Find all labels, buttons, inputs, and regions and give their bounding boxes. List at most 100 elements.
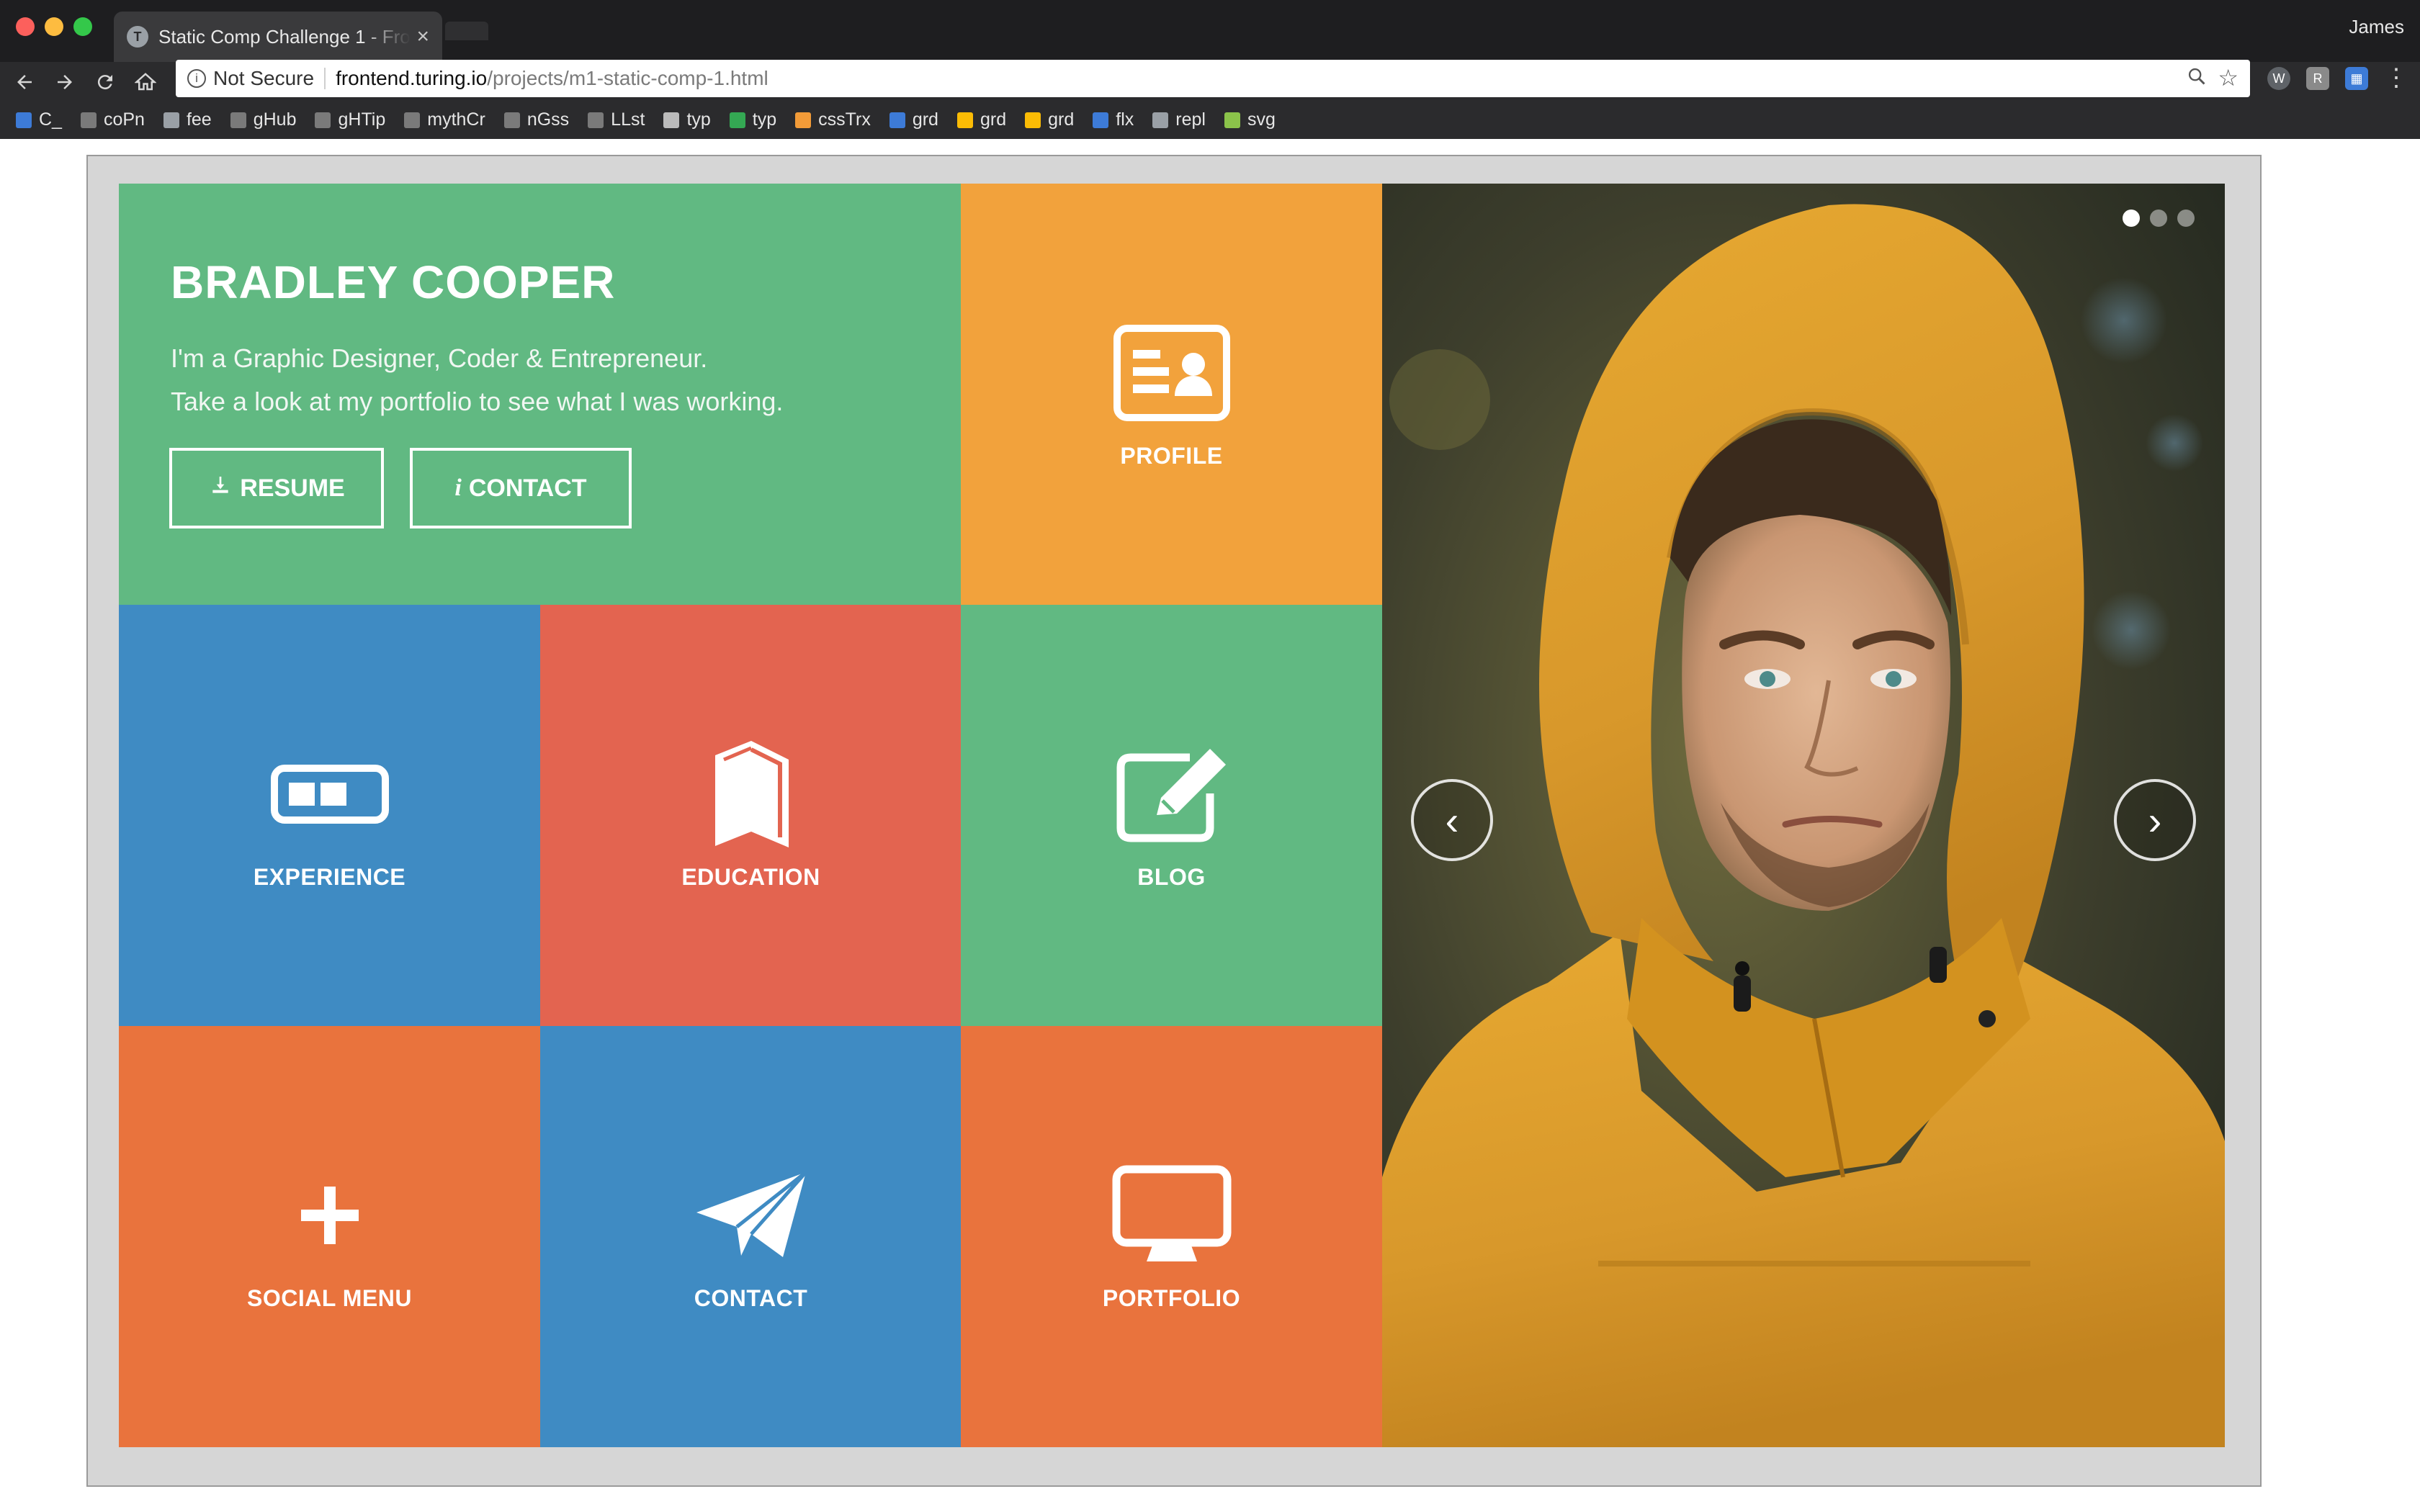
blog-tile[interactable]: BLOG (961, 605, 1382, 1026)
bookmark-label: grd (980, 109, 1007, 130)
bookmark-label: coPn (103, 109, 145, 130)
experience-tile[interactable]: EXPERIENCE (119, 605, 540, 1026)
bookmark-item[interactable]: C_ (16, 109, 62, 130)
carousel-dot-2[interactable] (2150, 210, 2167, 227)
monitor-icon (1107, 1161, 1237, 1269)
resume-button[interactable]: RESUME (169, 448, 384, 528)
carousel-dot-3[interactable] (2177, 210, 2195, 227)
bookmark-item[interactable]: grd (956, 109, 1007, 130)
bookmark-item[interactable]: typ (729, 109, 777, 130)
contact-button[interactable]: i CONTACT (410, 448, 632, 528)
bookmark-item[interactable]: gHTip (315, 109, 385, 130)
experience-label: EXPERIENCE (253, 864, 406, 890)
portfolio-label: PORTFOLIO (1102, 1285, 1241, 1311)
extension-w-icon[interactable]: W (2267, 67, 2290, 90)
bookmarks-bar: C_ coPn fee gHub gHTip mythCr nGss LLst typ typ cs… (0, 101, 2420, 139)
info-icon[interactable]: i (187, 69, 206, 88)
arrow-left-icon (17, 75, 32, 89)
edit-icon (1107, 740, 1237, 848)
zoom-icon[interactable] (2187, 66, 2207, 92)
bookmark-star-icon[interactable]: ☆ (2218, 64, 2238, 91)
education-tile[interactable]: EDUCATION (540, 605, 962, 1026)
bookmark-label: gHTip (338, 109, 386, 130)
carousel-next-button[interactable]: › (2114, 779, 2196, 861)
info-i-icon: i (454, 474, 462, 501)
contact-tile-label: CONTACT (694, 1285, 808, 1311)
address-separator (324, 68, 326, 89)
bookmark-item[interactable]: cssTrx (795, 109, 871, 130)
home-icon (135, 73, 156, 91)
extension-grid-icon[interactable]: ▦ (2345, 67, 2368, 90)
bookmark-label: C_ (39, 109, 62, 130)
bookmark-favicon-icon (956, 112, 973, 128)
contact-tile[interactable]: CONTACT (540, 1026, 962, 1447)
bookmark-item[interactable]: grd (889, 109, 938, 130)
browser-menu-icon[interactable]: ⋮ (2384, 63, 2408, 92)
window-minimize-button[interactable] (45, 17, 63, 36)
bookmark-favicon-icon (1025, 112, 1041, 128)
profile-tile[interactable]: PROFILE (961, 184, 1382, 605)
bookmark-label: svg (1247, 109, 1276, 130)
bookmark-item[interactable]: repl (1152, 109, 1206, 130)
carousel-prev-button[interactable]: ‹ (1411, 779, 1493, 861)
bookmark-favicon-icon (795, 112, 812, 128)
forward-button[interactable] (49, 66, 81, 98)
bookmark-item[interactable]: typ (663, 109, 711, 130)
bookmark-item[interactable]: grd (1025, 109, 1074, 130)
bookmark-item[interactable]: nGss (503, 109, 569, 130)
bookmark-favicon-icon (1093, 112, 1109, 128)
url-host: frontend.turing.io (336, 67, 488, 89)
intro-tile: BRADLEY COOPER I'm a Graphic Designer, C… (119, 184, 961, 605)
bookmark-item[interactable]: gHub (230, 109, 297, 130)
bookmark-label: LLst (611, 109, 645, 130)
bookmark-label: typ (686, 109, 711, 130)
bookmark-label: typ (752, 109, 777, 130)
bookmark-favicon-icon (404, 112, 421, 128)
bookmark-item[interactable]: svg (1224, 109, 1276, 130)
bookmark-item[interactable]: fee (163, 109, 212, 130)
bookmark-favicon-icon (1224, 112, 1240, 128)
bookmark-label: grd (912, 109, 938, 130)
bookmark-item[interactable]: LLst (588, 109, 645, 130)
window-maximize-button[interactable] (73, 17, 92, 36)
social-menu-label: SOCIAL MENU (247, 1285, 412, 1311)
tab-close-icon[interactable]: × (416, 24, 429, 49)
paper-plane-icon (686, 1161, 816, 1269)
portfolio-tile[interactable]: PORTFOLIO (961, 1026, 1382, 1447)
resume-label: RESUME (240, 474, 345, 502)
id-card-icon (1107, 319, 1237, 427)
bookmark-favicon-icon (230, 112, 246, 128)
chevron-right-icon: › (2148, 797, 2162, 843)
profile-name[interactable]: James (2349, 16, 2404, 38)
bookmark-item[interactable]: coPn (80, 109, 145, 130)
security-label[interactable]: Not Secure (213, 67, 314, 90)
bookmark-item[interactable]: flx (1093, 109, 1134, 130)
social-menu-tile[interactable]: SOCIAL MENU (119, 1026, 540, 1447)
photo-carousel[interactable]: ‹ › (1382, 184, 2225, 1447)
new-tab-button[interactable] (445, 22, 488, 40)
extension-r-icon[interactable]: R (2306, 67, 2329, 90)
browser-tab-active[interactable]: T Static Comp Challenge 1 - Fron × (114, 12, 442, 62)
home-button[interactable] (130, 66, 161, 98)
back-button[interactable] (9, 66, 40, 98)
bookmark-favicon-icon (889, 112, 905, 128)
intro-subtagline: Take a look at my portfolio to see what … (171, 387, 784, 416)
window-close-button[interactable] (16, 17, 35, 36)
plus-icon (265, 1161, 395, 1269)
bookmark-label: gHub (253, 109, 297, 130)
title-bar: T Static Comp Challenge 1 - Fron × James (0, 0, 2420, 62)
bookmark-favicon-icon (1152, 112, 1169, 128)
bookmark-label: flx (1116, 109, 1134, 130)
profile-label: PROFILE (1120, 443, 1223, 469)
portrait-photo (1382, 184, 2225, 1447)
book-icon (686, 740, 816, 848)
carousel-dot-1[interactable] (2123, 210, 2140, 227)
tile-grid: BRADLEY COOPER I'm a Graphic Designer, C… (119, 184, 1382, 1447)
bookmark-label: fee (186, 109, 212, 130)
reload-button[interactable] (89, 66, 121, 98)
bookmark-item[interactable]: mythCr (404, 109, 485, 130)
address-bar[interactable]: i Not Secure frontend.turing.io /project… (176, 60, 2250, 97)
intro-tagline: I'm a Graphic Designer, Coder & Entrepre… (171, 343, 708, 373)
tab-favicon-icon: T (127, 26, 148, 48)
progress-bar-icon (265, 740, 395, 848)
